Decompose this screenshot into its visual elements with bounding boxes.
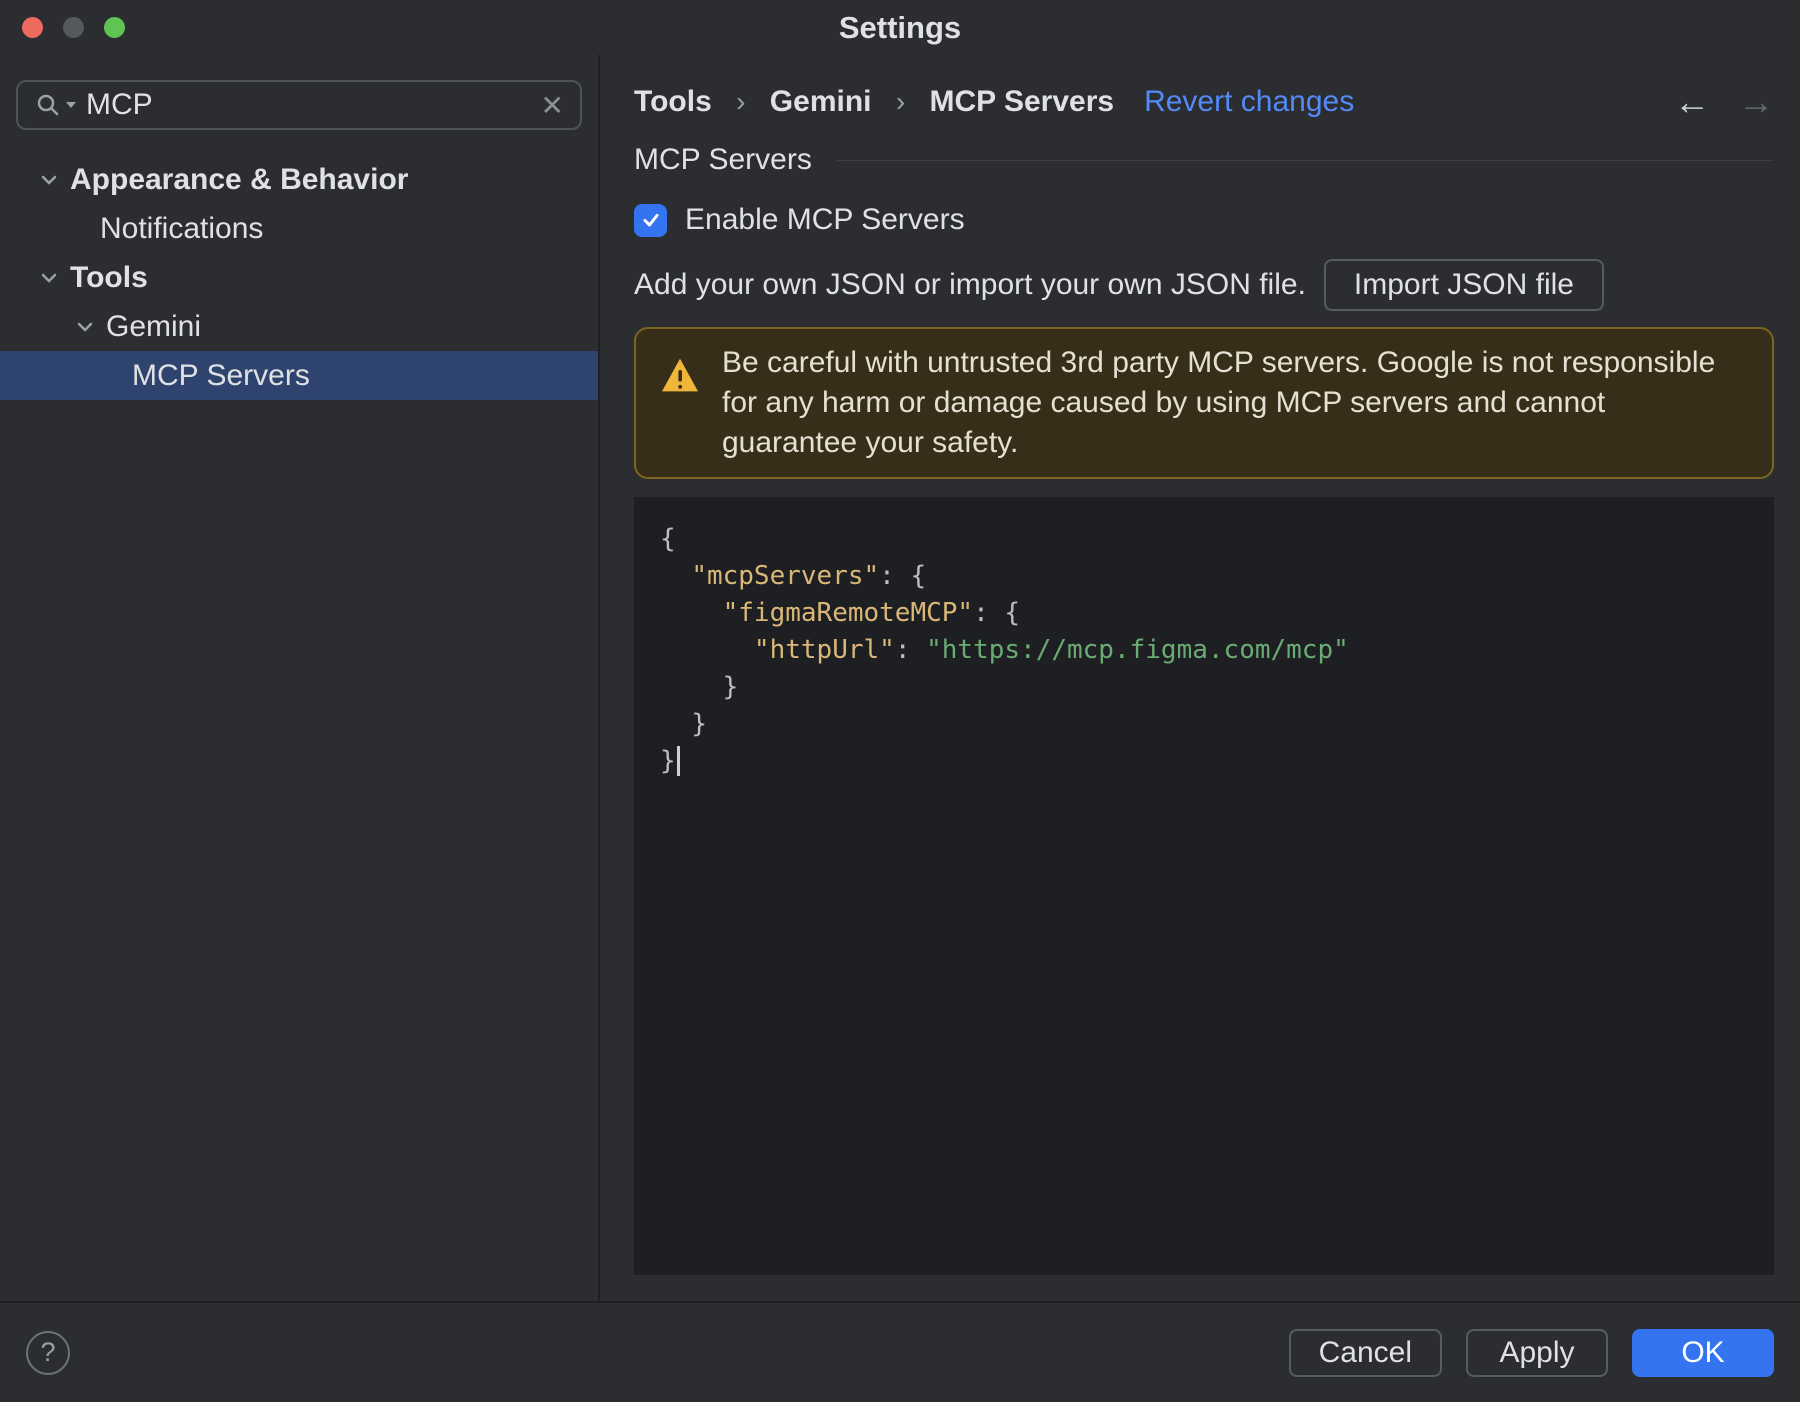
enable-mcp-checkbox[interactable]	[634, 203, 667, 237]
breadcrumb-mcp-servers: MCP Servers	[929, 85, 1115, 118]
settings-sidebar: ✕ Appearance & Behavior Notifications To…	[0, 55, 600, 1301]
close-window-button[interactable]	[22, 17, 43, 38]
traffic-lights	[22, 0, 125, 55]
cancel-button[interactable]: Cancel	[1288, 1328, 1442, 1377]
import-json-button[interactable]: Import JSON file	[1323, 259, 1604, 311]
search-icon	[34, 91, 76, 119]
sidebar-item-label: MCP Servers	[132, 358, 310, 392]
apply-button[interactable]: Apply	[1466, 1328, 1608, 1377]
minimize-window-button[interactable]	[63, 17, 84, 38]
warning-icon	[660, 357, 700, 393]
breadcrumb: Tools › Gemini › MCP Servers	[634, 79, 1114, 125]
revert-changes-link[interactable]: Revert changes	[1144, 79, 1354, 125]
enable-mcp-row[interactable]: Enable MCP Servers	[634, 203, 1774, 237]
breadcrumb-row: Tools › Gemini › MCP Servers Revert chan…	[634, 79, 1774, 125]
warning-banner: Be careful with untrusted 3rd party MCP …	[634, 327, 1774, 479]
sidebar-item-label: Appearance & Behavior	[70, 162, 409, 196]
ok-button[interactable]: OK	[1632, 1328, 1774, 1377]
sidebar-item-label: Notifications	[100, 211, 264, 245]
search-options-chevron-icon	[66, 102, 76, 108]
section-header: MCP Servers	[634, 143, 1774, 177]
breadcrumb-separator-icon: ›	[736, 86, 746, 117]
breadcrumb-tools[interactable]: Tools	[634, 85, 712, 118]
forward-arrow-icon[interactable]: →	[1738, 79, 1774, 125]
sidebar-item-label: Tools	[70, 260, 148, 294]
mcp-servers-panel: Tools › Gemini › MCP Servers Revert chan…	[600, 55, 1800, 1301]
import-hint-text: Add your own JSON or import your own JSO…	[634, 268, 1306, 301]
section-title: MCP Servers	[634, 143, 812, 176]
sidebar-item-tools[interactable]: Tools	[0, 253, 598, 302]
zoom-window-button[interactable]	[104, 17, 125, 38]
settings-search-box[interactable]: ✕	[16, 80, 582, 130]
settings-tree: Appearance & Behavior Notifications Tool…	[0, 155, 598, 400]
section-divider	[835, 159, 1774, 161]
sidebar-item-mcp-servers[interactable]: MCP Servers	[0, 351, 598, 400]
clear-search-icon[interactable]: ✕	[541, 89, 564, 122]
settings-content: ✕ Appearance & Behavior Notifications To…	[0, 55, 1800, 1301]
json-editor[interactable]: { "mcpServers": { "figmaRemoteMCP": { "h…	[634, 497, 1774, 1275]
help-button[interactable]: ?	[26, 1330, 70, 1375]
footer-buttons: Cancel Apply OK	[1288, 1328, 1774, 1377]
json-editor-code[interactable]: { "mcpServers": { "figmaRemoteMCP": { "h…	[634, 497, 1774, 780]
history-arrows: ← →	[1674, 79, 1774, 125]
settings-window: Settings ✕ Appearance & Behavior Notific…	[0, 0, 1800, 1402]
warning-text: Be careful with untrusted 3rd party MCP …	[722, 346, 1716, 459]
chevron-down-icon[interactable]	[38, 169, 60, 191]
window-title: Settings	[838, 9, 962, 45]
sidebar-item-appearance-behavior[interactable]: Appearance & Behavior	[0, 155, 598, 204]
titlebar: Settings	[0, 0, 1800, 55]
chevron-down-icon[interactable]	[74, 316, 96, 338]
sidebar-item-notifications[interactable]: Notifications	[0, 204, 598, 253]
breadcrumb-gemini[interactable]: Gemini	[770, 85, 872, 118]
checkmark-icon	[643, 214, 658, 227]
breadcrumb-separator-icon: ›	[895, 86, 906, 117]
dialog-footer: ? Cancel Apply OK	[0, 1301, 1800, 1402]
help-icon: ?	[40, 1337, 56, 1367]
sidebar-item-label: Gemini	[106, 309, 202, 343]
search-input[interactable]	[86, 88, 531, 122]
enable-mcp-label: Enable MCP Servers	[685, 203, 965, 236]
sidebar-item-gemini[interactable]: Gemini	[0, 302, 598, 351]
import-row: Add your own JSON or import your own JSO…	[634, 259, 1774, 311]
chevron-down-icon[interactable]	[38, 267, 60, 289]
back-arrow-icon[interactable]: ←	[1674, 79, 1710, 125]
